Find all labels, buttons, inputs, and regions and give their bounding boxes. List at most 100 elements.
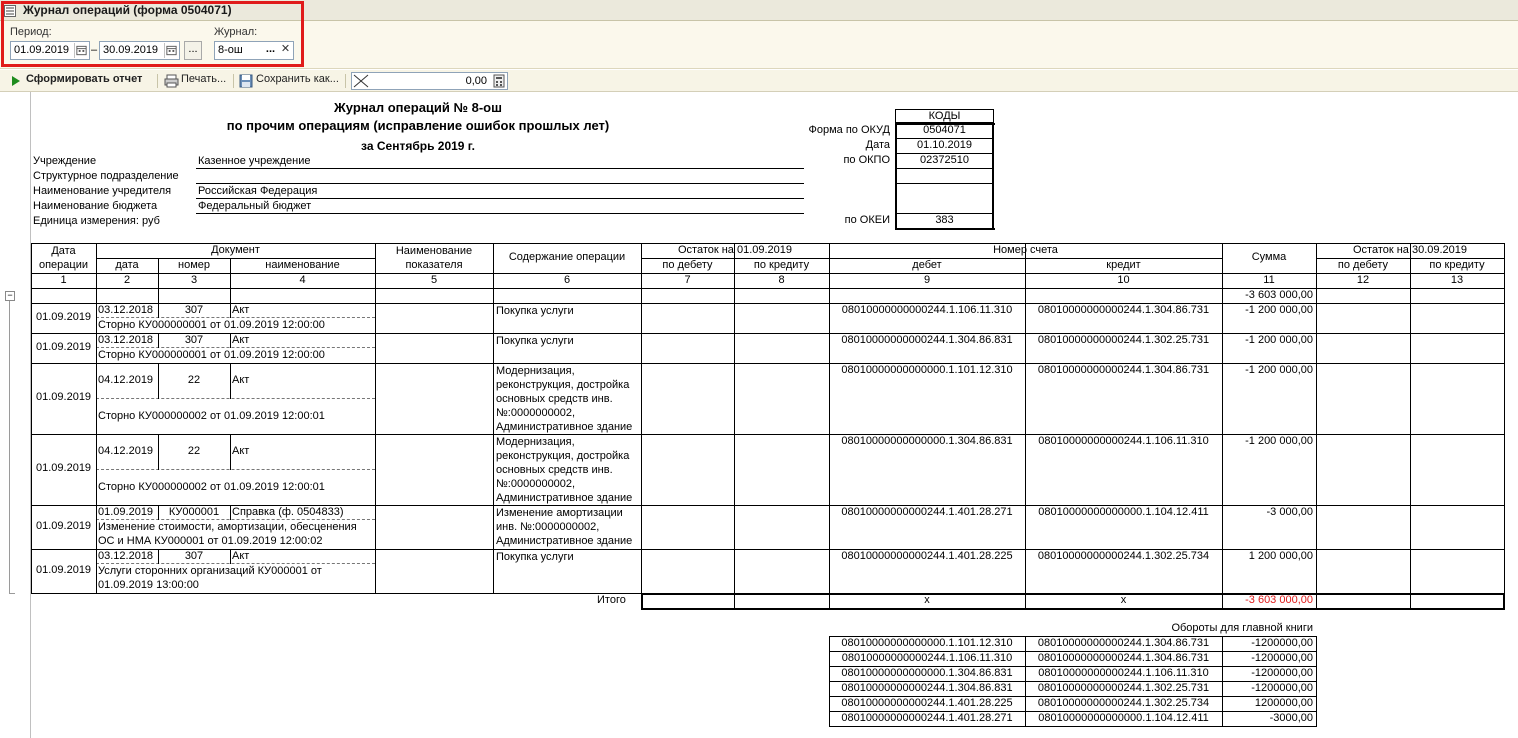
- period-from-value: 01.09.2019: [14, 44, 70, 56]
- row-doc-date: 01.09.2019: [98, 506, 154, 518]
- col-line: [158, 258, 159, 304]
- total-thick-left: [642, 593, 643, 610]
- collapse-group-button[interactable]: −: [5, 291, 15, 301]
- total-col-line: [1316, 593, 1317, 610]
- col-header-credit-side: по кредиту: [753, 259, 810, 271]
- code-value: [895, 183, 994, 214]
- col-number: 9: [923, 274, 931, 286]
- doc-col-line: [158, 363, 159, 399]
- ledger-col-line: [1025, 636, 1026, 727]
- period-select-button[interactable]: ...: [184, 41, 202, 60]
- info-value: Казенное учреждение: [198, 155, 311, 167]
- row-doc-name: Акт: [232, 334, 250, 346]
- report-params-panel: Период: 01.09.2019 – 30.09.2019 ... Журн…: [0, 21, 1518, 69]
- ledger-title: Обороты для главной книги: [1171, 622, 1313, 634]
- col-header-content: Содержание операции: [508, 251, 626, 263]
- calendar-icon[interactable]: [74, 43, 88, 58]
- ledger-row-line: [829, 636, 1317, 637]
- doc-split-line: [96, 469, 375, 470]
- row-doc-name: Акт: [232, 304, 250, 316]
- ledger-col-line: [1316, 636, 1317, 727]
- row-doc-date: 04.12.2019: [98, 445, 154, 457]
- row-date: 01.09.2019: [36, 311, 92, 323]
- ledger-sum: 1200000,00: [1254, 697, 1313, 709]
- journal-select-button[interactable]: ...: [263, 42, 278, 59]
- ledger-row-line: [829, 711, 1317, 712]
- row-content: Изменение амортизации инв. №:0000000002,…: [496, 507, 633, 547]
- row-doc-name: Акт: [232, 445, 250, 457]
- col-line: [375, 243, 376, 594]
- report-period: за Сентябрь 2019 г.: [361, 139, 475, 153]
- journal-value: 8-ош: [218, 44, 243, 56]
- ledger-row-line: [829, 651, 1317, 652]
- row-storno: Сторно КУ000000001 от 01.09.2019 12:00:0…: [98, 319, 325, 331]
- print-button[interactable]: Печать...: [181, 73, 226, 85]
- row-debit-account: 08010000000000000.1.101.12.310: [841, 364, 1013, 376]
- row-debit-account: 08010000000000000.1.304.86.831: [841, 435, 1013, 447]
- ledger-debit: 08010000000000244.1.401.28.225: [841, 697, 1013, 709]
- row-sum: -1 200 000,00: [1245, 364, 1313, 376]
- row-doc-date: 03.12.2018: [98, 550, 154, 562]
- col-line: [96, 243, 97, 594]
- ledger-row-line: [829, 726, 1317, 727]
- calendar-icon[interactable]: [164, 43, 178, 58]
- col-line: [1025, 243, 1026, 594]
- window-title: Журнал операций (форма 0504071): [23, 3, 232, 17]
- col-line: [1410, 243, 1411, 594]
- info-label: Учреждение: [33, 155, 97, 167]
- row-doc-date: 04.12.2019: [98, 374, 154, 386]
- report-title: Журнал операций № 8-ош: [334, 100, 502, 115]
- ledger-row-line: [829, 696, 1317, 697]
- window-titlebar: Журнал операций (форма 0504071): [0, 0, 1518, 21]
- period-dash: –: [91, 44, 98, 56]
- col-number: 12: [1356, 274, 1370, 286]
- col-number: 6: [563, 274, 571, 286]
- col-line: [1222, 243, 1223, 594]
- ledger-row-line: [829, 681, 1317, 682]
- row-credit-account: 08010000000000244.1.106.11.310: [1038, 435, 1209, 447]
- info-label: Структурное подразделение: [33, 170, 179, 182]
- row-doc-name: Акт: [232, 550, 250, 562]
- col-line: [31, 243, 32, 594]
- doc-split-line: [96, 519, 375, 520]
- row-date: 01.09.2019: [36, 564, 92, 576]
- doc-col-line: [158, 303, 159, 318]
- code-value: 02372510: [895, 153, 994, 169]
- calculator-icon[interactable]: [492, 74, 506, 88]
- col-number: 3: [190, 274, 198, 286]
- row-doc-name: Справка (ф. 0504833): [232, 506, 344, 518]
- period-label: Период:: [10, 26, 52, 38]
- cell-sum-field[interactable]: 0,00: [351, 72, 508, 90]
- save-as-button[interactable]: Сохранить как...: [256, 73, 339, 85]
- build-report-button[interactable]: Сформировать отчет: [26, 73, 142, 85]
- ledger-credit: 08010000000000244.1.302.25.734: [1037, 697, 1210, 709]
- doc-split-line: [96, 398, 375, 399]
- info-value: Федеральный бюджет: [198, 200, 312, 212]
- col-number: 7: [684, 274, 691, 286]
- journal-clear-button[interactable]: ✕: [278, 42, 293, 59]
- codes-header: КОДЫ: [895, 109, 994, 123]
- row-date: 01.09.2019: [36, 341, 92, 353]
- report-subtitle: по прочим операциям (исправление ошибок …: [226, 118, 610, 133]
- col-header-credit: кредит: [1106, 259, 1141, 271]
- total-bottom: [641, 609, 1505, 610]
- col-number: 10: [1117, 274, 1130, 286]
- info-label: Наименование учредителя: [33, 185, 172, 197]
- row-sum: -1 200 000,00: [1245, 304, 1313, 316]
- cross-icon: [353, 74, 369, 88]
- col-line: [1504, 243, 1505, 594]
- col-number: 11: [1263, 274, 1275, 286]
- doc-col-line: [158, 505, 159, 520]
- row-date: 01.09.2019: [36, 391, 92, 403]
- code-value: 01.10.2019: [895, 138, 994, 154]
- total-col-line: [1410, 593, 1411, 610]
- row-doc-number: 22: [187, 374, 201, 386]
- period-from-field[interactable]: 01.09.2019: [10, 41, 90, 60]
- period-to-field[interactable]: 30.09.2019: [99, 41, 180, 60]
- period-to-value: 30.09.2019: [103, 44, 159, 56]
- row-debit-account: 08010000000000244.1.106.11.310: [841, 304, 1013, 316]
- code-label: Дата: [865, 139, 890, 151]
- ledger-credit: 08010000000000244.1.304.86.731: [1037, 637, 1210, 649]
- col-line: [1316, 243, 1317, 594]
- doc-col-line: [158, 549, 159, 564]
